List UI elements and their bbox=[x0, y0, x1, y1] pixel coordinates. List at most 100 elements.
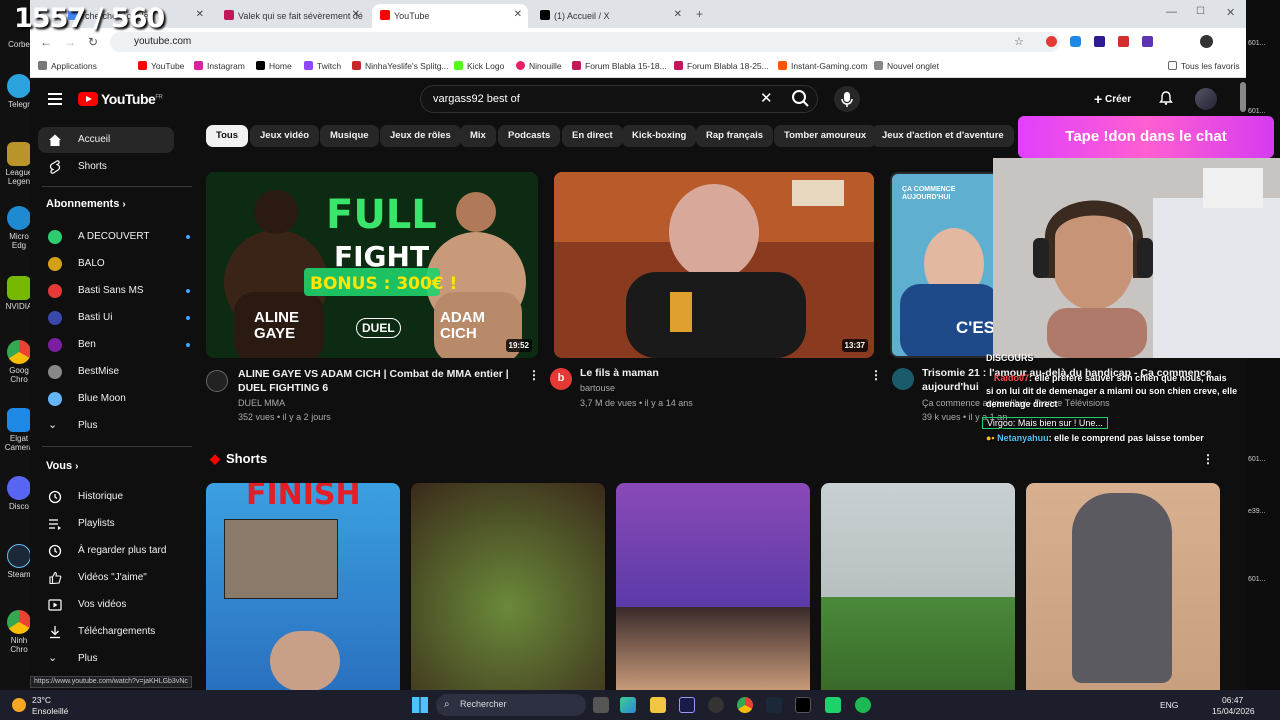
extension-icon[interactable] bbox=[1118, 36, 1129, 47]
premiere-icon[interactable] bbox=[679, 697, 695, 713]
chip-en-direct[interactable]: En direct bbox=[562, 125, 623, 147]
channel-avatar[interactable] bbox=[206, 370, 228, 392]
extension-icon[interactable] bbox=[1142, 36, 1153, 47]
sidebar-item-history[interactable]: Historique bbox=[38, 484, 174, 510]
bookmark-instant-gaming[interactable]: Instant-Gaming.com bbox=[778, 61, 868, 71]
scrollbar[interactable] bbox=[1240, 82, 1246, 112]
windows-start-icon[interactable] bbox=[412, 697, 428, 713]
language-indicator[interactable]: ENG bbox=[1160, 700, 1178, 710]
short-thumbnail[interactable]: FINISH bbox=[206, 483, 400, 690]
bookmark-forum-18-25[interactable]: Forum Blabla 18-25... bbox=[674, 61, 769, 71]
tab-x[interactable]: (1) Accueil / X ✕ bbox=[532, 4, 688, 28]
video-thumbnail[interactable]: FULL FIGHT BONUS : 300€ ! ALINE GAYE DUE… bbox=[206, 172, 538, 358]
chip-mix[interactable]: Mix bbox=[460, 125, 496, 147]
weather-icon[interactable] bbox=[12, 698, 26, 712]
tiktok-icon[interactable] bbox=[795, 697, 811, 713]
bookmark-twitch[interactable]: Twitch bbox=[304, 61, 341, 71]
video-thumbnail[interactable]: 13:37 bbox=[554, 172, 874, 358]
new-tab-button[interactable]: + bbox=[696, 7, 703, 21]
bookmark-youtube[interactable]: YouTube bbox=[138, 61, 184, 71]
url-input[interactable]: youtube.com bbox=[110, 32, 1060, 52]
sidebar-item-home[interactable]: Accueil bbox=[38, 127, 174, 153]
close-icon[interactable]: ✕ bbox=[196, 9, 204, 20]
bell-icon[interactable] bbox=[1158, 90, 1174, 106]
video-title[interactable]: ALINE GAYE VS ADAM CICH | Combat de MMA … bbox=[238, 367, 528, 395]
profile-avatar[interactable] bbox=[1200, 35, 1213, 48]
obs-icon[interactable] bbox=[708, 697, 724, 713]
spotify-icon[interactable] bbox=[855, 697, 871, 713]
short-thumbnail[interactable] bbox=[411, 483, 605, 690]
video-channel[interactable]: DUEL MMA bbox=[238, 396, 285, 410]
extension-icon[interactable] bbox=[1094, 36, 1105, 47]
chip-jeux-de-roles[interactable]: Jeux de rôles bbox=[380, 125, 461, 147]
sidebar-item-shorts[interactable]: Shorts bbox=[38, 154, 174, 180]
bookmark-ninouille[interactable]: Ninouille bbox=[516, 61, 562, 71]
steam-icon[interactable] bbox=[766, 697, 782, 713]
sidebar-channel[interactable]: Basti Sans MS bbox=[38, 278, 190, 304]
copilot-icon[interactable] bbox=[620, 697, 636, 713]
sidebar-item-playlists[interactable]: Playlists bbox=[38, 511, 174, 537]
tab-valek[interactable]: Valek qui se fait sévèrement dé ✕ bbox=[216, 4, 366, 28]
chip-jeux-video[interactable]: Jeux vidéo bbox=[250, 125, 320, 147]
channel-avatar[interactable]: b bbox=[550, 368, 572, 390]
sidebar-item-more-you[interactable]: ⌄ Plus bbox=[38, 646, 174, 672]
sidebar-channel[interactable]: A DECOUVERT bbox=[38, 224, 190, 250]
bookmark-instagram[interactable]: Instagram bbox=[194, 61, 245, 71]
file-explorer-icon[interactable] bbox=[650, 697, 666, 713]
microphone-icon[interactable] bbox=[834, 86, 860, 112]
close-icon[interactable]: ✕ bbox=[674, 9, 682, 20]
avatar[interactable] bbox=[1195, 88, 1217, 110]
short-thumbnail[interactable] bbox=[1026, 483, 1220, 690]
sidebar-channel[interactable]: BestMise bbox=[38, 359, 174, 385]
sidebar-item-more[interactable]: ⌄ Plus bbox=[38, 413, 174, 439]
chip-kick-boxing[interactable]: Kick-boxing bbox=[622, 125, 697, 147]
search-icon[interactable] bbox=[788, 86, 814, 112]
app-icon[interactable] bbox=[825, 697, 841, 713]
extension-icon[interactable] bbox=[1046, 36, 1057, 47]
back-icon[interactable]: ← bbox=[40, 35, 52, 49]
short-thumbnail[interactable] bbox=[821, 483, 1015, 690]
chip-tous[interactable]: Tous bbox=[206, 125, 248, 147]
clear-search-icon[interactable]: ✕ bbox=[760, 89, 773, 107]
forward-icon[interactable]: → bbox=[64, 35, 76, 49]
bookmark-forum-15-18[interactable]: Forum Blabla 15-18... bbox=[572, 61, 667, 71]
tab-youtube[interactable]: YouTube ✕ bbox=[372, 4, 528, 28]
sidebar-item-your-videos[interactable]: Vos vidéos bbox=[38, 592, 174, 618]
star-icon[interactable]: ☆ bbox=[1014, 35, 1024, 48]
chip-podcasts[interactable]: Podcasts bbox=[498, 125, 561, 147]
search-input[interactable]: vargass92 best of bbox=[420, 85, 818, 113]
you-heading[interactable]: Vous › bbox=[46, 460, 78, 472]
subscriptions-heading[interactable]: Abonnements › bbox=[46, 198, 126, 210]
video-channel[interactable]: bartouse bbox=[580, 381, 615, 395]
menu-icon[interactable] bbox=[48, 93, 62, 105]
bookmark-splitgate[interactable]: NinhaYeslife's Splitg... bbox=[352, 61, 449, 71]
extension-icon[interactable] bbox=[1070, 36, 1081, 47]
create-button[interactable]: + Créer bbox=[1094, 91, 1131, 107]
maximize-button[interactable]: ☐ bbox=[1196, 6, 1205, 17]
sidebar-item-downloads[interactable]: Téléchargements bbox=[38, 619, 174, 645]
youtube-logo[interactable]: YouTubeFR bbox=[78, 91, 163, 107]
chip-musique[interactable]: Musique bbox=[320, 125, 379, 147]
sidebar-channel[interactable]: Ben bbox=[38, 332, 190, 358]
more-options-icon[interactable]: ⋮ bbox=[870, 368, 882, 382]
sidebar-channel[interactable]: Basti Ui bbox=[38, 305, 190, 331]
taskbar-search[interactable]: Rechercher bbox=[436, 694, 586, 716]
chip-tomber-amoureux[interactable]: Tomber amoureux bbox=[774, 125, 877, 147]
minimize-button[interactable]: — bbox=[1166, 6, 1177, 18]
sidebar-channel[interactable]: Blue Moon bbox=[38, 386, 174, 412]
sidebar-item-watch-later[interactable]: À regarder plus tard bbox=[38, 538, 174, 564]
close-icon[interactable]: ✕ bbox=[352, 9, 360, 20]
bookmark-applications[interactable]: Applications bbox=[38, 61, 97, 71]
short-thumbnail[interactable] bbox=[616, 483, 810, 690]
more-options-icon[interactable]: ⋮ bbox=[528, 368, 540, 382]
close-window-button[interactable]: ✕ bbox=[1226, 6, 1235, 19]
bookmark-kick[interactable]: Kick Logo bbox=[454, 61, 504, 71]
channel-avatar[interactable] bbox=[892, 368, 914, 390]
task-view-icon[interactable] bbox=[593, 697, 609, 713]
all-bookmarks[interactable]: Tous les favoris bbox=[1168, 61, 1240, 71]
chip-rap-francais[interactable]: Rap français bbox=[696, 125, 774, 147]
bookmark-new-tab[interactable]: Nouvel onglet bbox=[874, 61, 939, 71]
chrome-icon[interactable] bbox=[737, 697, 753, 713]
more-options-icon[interactable]: ⋮ bbox=[1202, 452, 1214, 466]
clock-time[interactable]: 06:47 bbox=[1222, 695, 1243, 705]
